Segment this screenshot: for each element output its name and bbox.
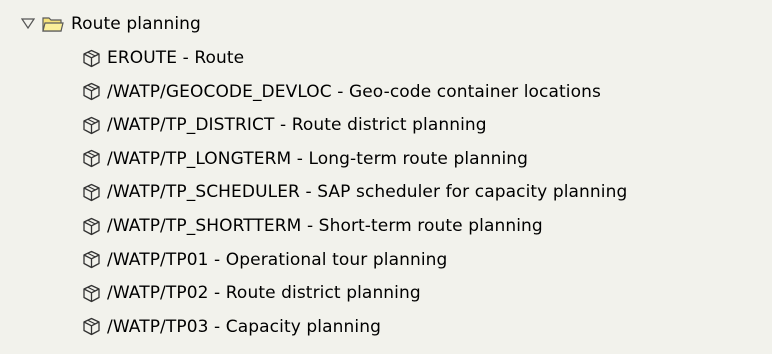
- cube-icon: [82, 49, 101, 68]
- cube-icon: [82, 250, 101, 269]
- tree-item-label: /WATP/TP_LONGTERM - Long-term route plan…: [107, 148, 529, 169]
- cube-icon: [82, 284, 101, 303]
- tree-item-label: /WATP/TP01 - Operational tour planning: [107, 249, 448, 270]
- cube-icon: [82, 149, 101, 168]
- tree-item[interactable]: /WATP/TP01 - Operational tour planning: [82, 243, 447, 277]
- tree-folder-route-planning[interactable]: Route planning: [20, 7, 201, 41]
- cube-icon: [82, 183, 101, 202]
- tree-item[interactable]: /WATP/TP_SHORTTERM - Short-term route pl…: [82, 209, 543, 243]
- tree-item[interactable]: EROUTE - Route: [82, 41, 244, 75]
- tree-item[interactable]: /WATP/TP03 - Capacity planning: [82, 310, 381, 344]
- triangle-down-icon[interactable]: [20, 16, 36, 32]
- cube-icon: [82, 82, 101, 101]
- folder-label: Route planning: [71, 14, 201, 34]
- tree-item[interactable]: /WATP/TP02 - Route district planning: [82, 276, 421, 310]
- tree-item-label: /WATP/TP_SCHEDULER - SAP scheduler for c…: [107, 182, 628, 203]
- tree-item-label: EROUTE - Route: [107, 48, 245, 68]
- tree-item[interactable]: /WATP/GEOCODE_DEVLOC - Geo-code containe…: [82, 75, 601, 109]
- tree-view: Route planning EROUTE - Route/WATP/GEOCO…: [0, 0, 772, 354]
- cube-icon: [82, 317, 101, 336]
- tree-item-label: /WATP/TP03 - Capacity planning: [107, 316, 381, 337]
- cube-icon: [82, 217, 101, 236]
- tree-item[interactable]: /WATP/TP_DISTRICT - Route district plann…: [82, 108, 487, 142]
- cube-icon: [82, 116, 101, 135]
- folder-open-icon: [42, 15, 64, 33]
- tree-item[interactable]: /WATP/TP_LONGTERM - Long-term route plan…: [82, 142, 528, 176]
- tree-item-label: /WATP/TP02 - Route district planning: [107, 283, 421, 304]
- tree-item-label: /WATP/TP_DISTRICT - Route district plann…: [107, 115, 487, 136]
- tree-item[interactable]: /WATP/TP_SCHEDULER - SAP scheduler for c…: [82, 175, 627, 209]
- tree-item-label: /WATP/GEOCODE_DEVLOC - Geo-code containe…: [107, 81, 601, 102]
- tree-item-label: /WATP/TP_SHORTTERM - Short-term route pl…: [107, 216, 543, 236]
